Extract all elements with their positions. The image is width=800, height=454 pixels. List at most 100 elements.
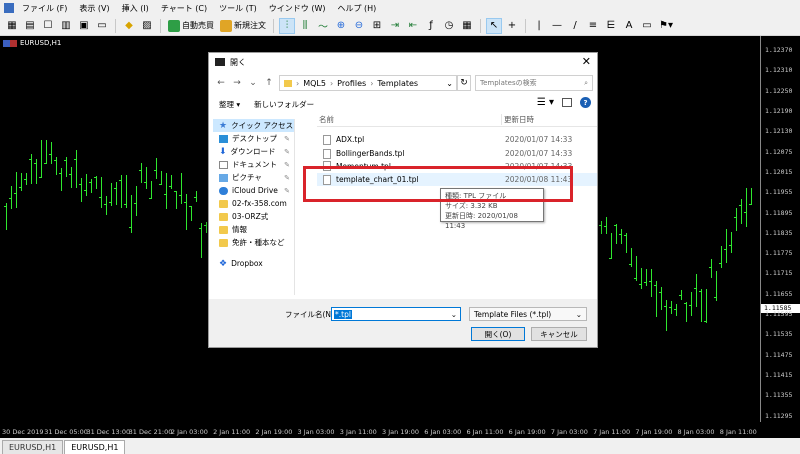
filename-input[interactable]: *.tpl ⌄ xyxy=(331,307,461,321)
shapes-dropdown-icon[interactable]: ⚑▾ xyxy=(657,18,675,34)
column-header-name[interactable]: 名前 xyxy=(317,114,501,125)
recent-dropdown-icon[interactable]: ⌄ xyxy=(247,78,259,88)
horizontal-line-icon[interactable]: — xyxy=(549,18,565,34)
market-watch-icon[interactable]: ☐ xyxy=(40,18,56,34)
cursor-icon[interactable]: ↖ xyxy=(486,17,502,34)
zoom-in-icon[interactable]: ⊕ xyxy=(333,18,349,34)
chart-tab[interactable]: EURUSD,H1 xyxy=(2,440,64,454)
dialog-title: 開く xyxy=(230,57,246,67)
preview-pane-icon[interactable] xyxy=(562,98,572,107)
price-bar xyxy=(621,229,622,244)
nav-item-folder[interactable]: 免許・種本など xyxy=(213,236,294,249)
dialog-footer: ファイル名(N): *.tpl ⌄ Template Files (*.tpl)… xyxy=(209,299,597,347)
bar-chart-icon[interactable]: ⫶ xyxy=(279,17,295,34)
price-bar xyxy=(86,173,87,196)
text-icon[interactable]: A xyxy=(621,18,637,34)
strategy-tester-icon[interactable]: ▨ xyxy=(139,18,155,34)
menu-chart[interactable]: チャート (C) xyxy=(155,3,213,14)
line-chart-icon[interactable]: 〜 xyxy=(315,18,331,34)
candlestick-icon[interactable]: ⫼ xyxy=(297,18,313,34)
app-icon xyxy=(215,58,225,66)
price-bar xyxy=(161,171,162,184)
price-tick: 1.11775 xyxy=(765,249,793,258)
terminal-icon[interactable]: ▭ xyxy=(94,18,110,34)
close-icon[interactable]: ✕ xyxy=(582,55,591,68)
search-input[interactable]: Templatesの検索 ⌕ xyxy=(475,75,593,91)
chart-shift-icon[interactable]: ⇤ xyxy=(405,18,421,34)
menu-tools[interactable]: ツール (T) xyxy=(213,3,263,14)
breadcrumb-item[interactable]: MQL5 xyxy=(303,79,326,88)
forward-icon[interactable]: → xyxy=(231,78,243,88)
column-header-date[interactable]: 更新日時 xyxy=(501,114,597,125)
metaeditor-icon[interactable]: ◆ xyxy=(121,18,137,34)
trend-line-icon[interactable]: / xyxy=(567,18,583,34)
price-bar-tick xyxy=(84,190,87,192)
menu-window[interactable]: ウインドウ (W) xyxy=(263,3,332,14)
breadcrumb-item[interactable]: Templates xyxy=(377,79,418,88)
menu-insert[interactable]: 挿入 (I) xyxy=(116,3,155,14)
tile-windows-icon[interactable]: ⊞ xyxy=(369,18,385,34)
new-order-button[interactable]: 新規注文 xyxy=(218,18,268,34)
menu-view[interactable]: 表示 (V) xyxy=(73,3,115,14)
profiles-icon[interactable]: ▤ xyxy=(22,18,38,34)
chart-tab-active[interactable]: EURUSD,H1 xyxy=(64,440,126,454)
price-bar-tick xyxy=(19,187,22,189)
nav-item-dropbox[interactable]: ❖ Dropbox xyxy=(213,257,294,270)
open-button[interactable]: 開く(O) xyxy=(471,327,525,341)
data-window-icon[interactable]: ▥ xyxy=(58,18,74,34)
help-icon[interactable]: ? xyxy=(580,97,591,108)
price-tick: 1.11355 xyxy=(765,391,793,400)
nav-item-folder[interactable]: 02-fx-358.com xyxy=(213,197,294,210)
chevron-down-icon[interactable]: ⌄ xyxy=(446,79,453,88)
organize-button[interactable]: 整理 ▾ xyxy=(219,99,240,110)
nav-item-desktop[interactable]: デスクトップ ✎ xyxy=(213,132,294,145)
channel-icon[interactable]: ≡ xyxy=(585,18,601,34)
price-bar xyxy=(16,171,17,208)
timeframes-icon[interactable]: ◷ xyxy=(441,18,457,34)
file-type-select[interactable]: Template Files (*.tpl) ⌄ xyxy=(469,307,587,321)
price-bar xyxy=(51,141,52,165)
view-options-icon[interactable]: ☰ ▾ xyxy=(537,97,554,108)
address-bar[interactable]: › MQL5 › Profiles › Templates ⌄ xyxy=(279,75,457,91)
file-name: BollingerBands.tpl xyxy=(336,149,405,158)
file-row[interactable]: ADX.tpl 2020/01/07 14:33 xyxy=(317,133,597,146)
folder-icon xyxy=(219,199,228,208)
nav-item-documents[interactable]: ドキュメント ✎ xyxy=(213,158,294,171)
refresh-icon[interactable]: ↻ xyxy=(457,75,471,91)
price-bar-tick xyxy=(109,202,112,204)
up-icon[interactable]: ↑ xyxy=(263,78,275,88)
menu-file[interactable]: ファイル (F) xyxy=(16,3,73,14)
nav-item-icloud[interactable]: iCloud Drive ✎ xyxy=(213,184,294,197)
nav-item-folder[interactable]: 情報 xyxy=(213,223,294,236)
nav-item-pictures[interactable]: ピクチャ ✎ xyxy=(213,171,294,184)
price-bar-tick xyxy=(69,174,72,176)
label-icon[interactable]: ▭ xyxy=(639,18,655,34)
crosshair-icon[interactable]: + xyxy=(504,18,520,34)
price-bar xyxy=(96,175,97,189)
indicators-icon[interactable]: ƒ xyxy=(423,18,439,34)
price-axis: 1.11585 1.12370 1.12310 1.12250 1.12190 1.12… xyxy=(760,36,800,422)
breadcrumb-item[interactable]: Profiles xyxy=(337,79,366,88)
back-icon[interactable]: ← xyxy=(215,78,227,88)
new-folder-button[interactable]: 新しいフォルダー xyxy=(254,99,314,110)
file-row[interactable]: BollingerBands.tpl 2020/01/07 14:33 xyxy=(317,147,597,160)
price-bar-tick xyxy=(129,227,132,229)
fibonacci-icon[interactable]: ⋿ xyxy=(603,18,619,34)
vertical-line-icon[interactable]: | xyxy=(531,18,547,34)
nav-item-folder[interactable]: 03-ORZ式 xyxy=(213,210,294,223)
time-tick: 2 Jan 03:00 xyxy=(170,428,208,436)
new-chart-icon[interactable]: ▦ xyxy=(4,18,20,34)
nav-item-quick-access[interactable]: ★ クイック アクセス xyxy=(213,119,294,132)
menu-help[interactable]: ヘルプ (H) xyxy=(331,3,382,14)
navigator-icon[interactable]: ▣ xyxy=(76,18,92,34)
nav-item-downloads[interactable]: ⬇ ダウンロード ✎ xyxy=(213,145,294,158)
auto-scroll-icon[interactable]: ⇥ xyxy=(387,18,403,34)
chevron-down-icon[interactable]: ⌄ xyxy=(451,310,457,319)
templates-icon[interactable]: ▦ xyxy=(459,18,475,34)
zoom-out-icon[interactable]: ⊖ xyxy=(351,18,367,34)
price-tick: 1.11535 xyxy=(765,330,793,339)
cancel-button[interactable]: キャンセル xyxy=(531,327,587,341)
price-bar-tick xyxy=(199,227,202,229)
auto-trade-button[interactable]: 自動売買 xyxy=(166,18,216,34)
price-bar xyxy=(751,187,752,205)
